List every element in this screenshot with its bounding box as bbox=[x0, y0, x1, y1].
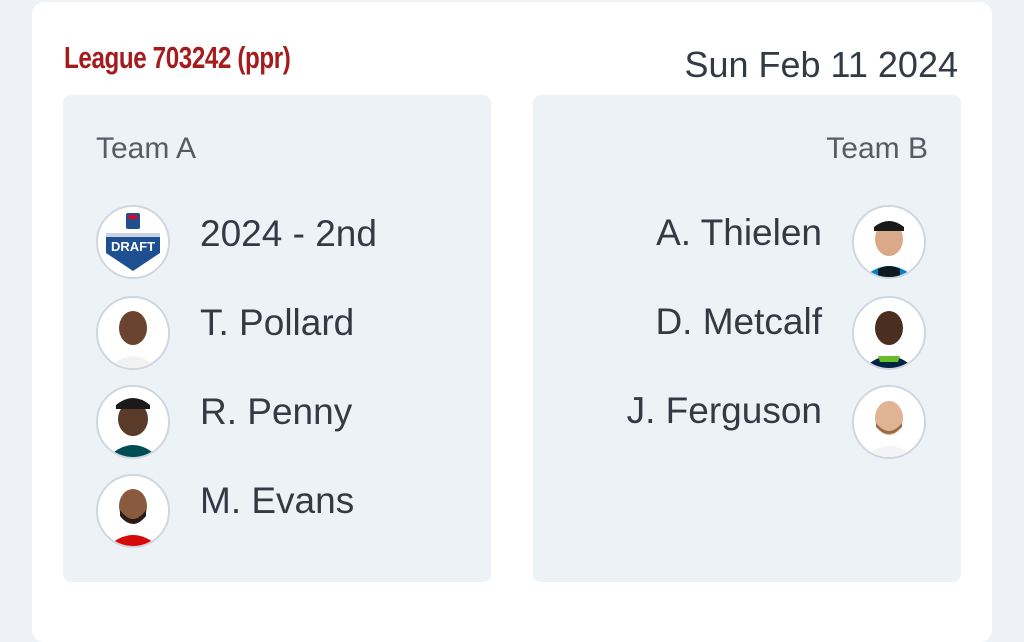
team-a-asset-label: M. Evans bbox=[200, 480, 355, 521]
player-headshot-icon bbox=[852, 385, 926, 459]
team-b-asset-label: A. Thielen bbox=[656, 212, 822, 253]
nfl-draft-logo-icon: DRAFT bbox=[96, 205, 170, 279]
team-a-asset-label: 2024 - 2nd bbox=[200, 213, 377, 254]
team-b-asset-label: J. Ferguson bbox=[626, 390, 822, 431]
trade-date: Sun Feb 11 2024 bbox=[684, 44, 958, 85]
team-a-name: Team A bbox=[96, 132, 197, 165]
team-b-asset-label: D. Metcalf bbox=[655, 301, 822, 342]
team-a-asset-label: T. Pollard bbox=[200, 302, 355, 343]
player-headshot-icon bbox=[96, 385, 170, 459]
league-title[interactable]: League 703242 (ppr) bbox=[64, 40, 291, 76]
player-headshot-icon bbox=[96, 474, 170, 548]
player-headshot-icon bbox=[96, 296, 170, 370]
team-a-asset-label: R. Penny bbox=[200, 391, 353, 432]
player-headshot-icon bbox=[852, 296, 926, 370]
team-b-name: Team B bbox=[826, 132, 928, 165]
player-headshot-icon bbox=[852, 205, 926, 279]
svg-text:DRAFT: DRAFT bbox=[111, 239, 155, 254]
